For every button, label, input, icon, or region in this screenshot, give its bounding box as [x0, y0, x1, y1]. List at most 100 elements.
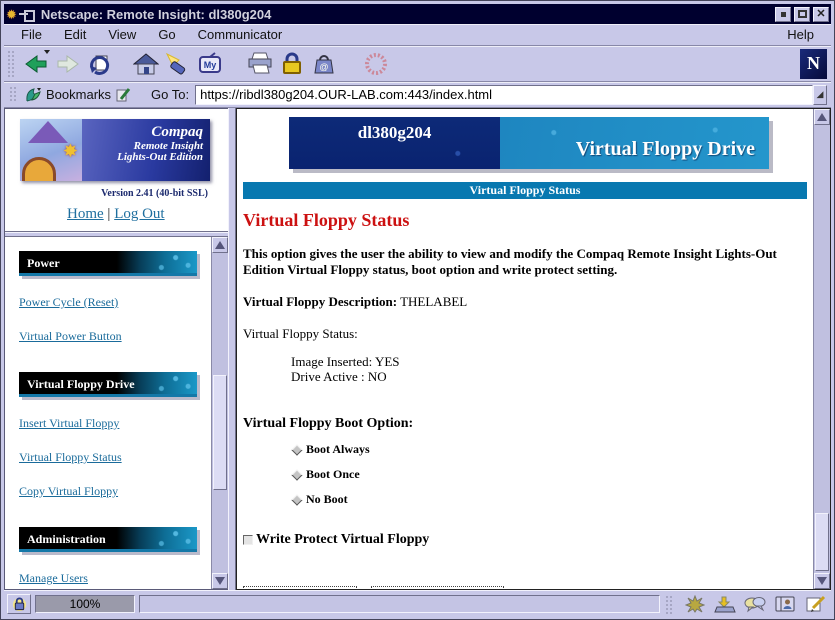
sidebar-scrollbar[interactable]	[211, 237, 228, 589]
section-bar: Virtual Floppy Status	[243, 182, 807, 199]
maximize-button[interactable]	[794, 7, 810, 22]
banner-page-title: Virtual Floppy Drive	[576, 138, 769, 169]
address-book-icon[interactable]	[772, 594, 798, 614]
netscape-logo[interactable]: N	[800, 49, 827, 79]
my-netscape-label: My	[204, 60, 217, 70]
menu-go[interactable]: Go	[147, 25, 186, 44]
status-label: Virtual Floppy Status:	[243, 326, 809, 342]
sidebar-item-virtual-power-button[interactable]: Virtual Power Button	[19, 329, 211, 344]
status-drive-active: Drive Active : NO	[291, 369, 809, 384]
sidebar: ✸ Compaq Remote Insight Lights-Out Editi…	[4, 108, 228, 590]
version-label: Version 2.41 (40-bit SSL)	[5, 188, 228, 199]
navigation-toolbar: My @ N	[4, 46, 831, 82]
stop-icon[interactable]	[360, 49, 392, 79]
title-bar: ✹ Netscape: Remote Insight: dl380g204 ✕	[4, 4, 831, 24]
sidebar-item-manage-users[interactable]: Manage Users	[19, 571, 211, 586]
boot-option-label: Virtual Floppy Boot Option:	[243, 416, 809, 432]
bookmarks-icon	[24, 87, 42, 103]
compaq-logo: ✸ Compaq Remote Insight Lights-Out Editi…	[20, 119, 210, 181]
print-icon[interactable]	[244, 49, 276, 79]
link-separator: |	[107, 206, 110, 222]
home-link[interactable]: Home	[67, 206, 104, 222]
security-lock-icon[interactable]	[276, 49, 308, 79]
home-icon[interactable]	[130, 49, 162, 79]
goto-label: Go To:	[151, 87, 189, 102]
my-netscape-icon[interactable]: My	[194, 49, 226, 79]
mailbox-icon[interactable]	[712, 594, 738, 614]
close-button[interactable]: ✕	[813, 7, 829, 22]
search-icon[interactable]	[162, 49, 194, 79]
intro-text: This option gives the user the ability t…	[243, 246, 788, 278]
security-status-button[interactable]	[7, 594, 31, 614]
shop-icon[interactable]: @	[308, 49, 340, 79]
sidebar-scroll-down-icon[interactable]	[212, 573, 228, 589]
radio-no-boot[interactable]	[291, 494, 302, 505]
sidebar-item-insert-virtual-floppy[interactable]: Insert Virtual Floppy	[19, 416, 211, 431]
back-dropdown-icon[interactable]	[44, 50, 50, 54]
progress-indicator: 100%	[35, 595, 135, 613]
logout-link[interactable]: Log Out	[114, 206, 164, 222]
content-scrollbar[interactable]	[813, 109, 830, 589]
status-message-field	[139, 595, 660, 613]
lights-out-artwork-icon: ✸	[20, 119, 82, 181]
browser-body: ✸ Compaq Remote Insight Lights-Out Editi…	[4, 108, 831, 590]
section-header-power: Power	[19, 251, 197, 276]
discussions-icon[interactable]	[742, 594, 768, 614]
menu-edit[interactable]: Edit	[53, 25, 97, 44]
lock-icon	[12, 596, 27, 612]
taskbar-grip[interactable]	[665, 595, 674, 615]
back-icon[interactable]	[20, 49, 52, 79]
menu-view[interactable]: View	[97, 25, 147, 44]
section-header-administration: Administration	[19, 527, 197, 552]
content-scroll-up-icon[interactable]	[814, 109, 830, 125]
radio-boot-always[interactable]	[291, 444, 302, 455]
radio-boot-always-label: Boot Always	[306, 442, 370, 457]
sidebar-item-power-cycle[interactable]: Power Cycle (Reset)	[19, 295, 211, 310]
forward-icon[interactable]	[52, 49, 84, 79]
navigator-icon[interactable]	[682, 594, 708, 614]
server-name: dl380g204	[358, 123, 432, 143]
menu-communicator[interactable]: Communicator	[187, 25, 294, 44]
sidebar-header: ✸ Compaq Remote Insight Lights-Out Editi…	[5, 109, 228, 231]
location-grip[interactable]	[9, 86, 18, 103]
menu-help[interactable]: Help	[776, 25, 825, 44]
sidebar-scroll-up-icon[interactable]	[212, 237, 228, 253]
window-menu-pin-icon[interactable]	[19, 10, 35, 18]
reload-icon[interactable]	[84, 49, 116, 79]
sidebar-scroll-thumb[interactable]	[213, 375, 227, 490]
netscape-window: ✹ Netscape: Remote Insight: dl380g204 ✕ …	[0, 0, 835, 620]
content-scroll-down-icon[interactable]	[814, 573, 830, 589]
sidebar-item-virtual-floppy-status[interactable]: Virtual Floppy Status	[19, 450, 211, 465]
brand-name: Compaq	[82, 125, 203, 141]
page-content: dl380g204 Virtual Floppy Drive Virtual F…	[237, 109, 813, 589]
main-frame: dl380g204 Virtual Floppy Drive Virtual F…	[236, 108, 831, 590]
description-label: Virtual Floppy Description:	[243, 294, 397, 309]
minimize-button[interactable]	[775, 7, 791, 22]
page-title: Virtual Floppy Status	[243, 210, 809, 231]
netscape-star-icon: ✹	[6, 8, 17, 21]
radio-boot-once-label: Boot Once	[306, 467, 360, 482]
bookmarks-button[interactable]: Bookmarks	[22, 86, 137, 104]
write-protect-checkbox[interactable]	[243, 535, 253, 545]
content-scroll-thumb[interactable]	[815, 513, 829, 571]
frame-divider[interactable]	[228, 108, 236, 590]
section-header-virtual-floppy: Virtual Floppy Drive	[19, 372, 197, 397]
bookmarks-label: Bookmarks	[46, 87, 111, 102]
url-dropdown-icon[interactable]: ◢	[813, 85, 827, 105]
status-bar: 100%	[4, 590, 831, 616]
product-line2: Lights-Out Edition	[82, 152, 203, 164]
menu-bar: File Edit View Go Communicator Help	[4, 24, 831, 46]
url-input[interactable]	[195, 85, 813, 105]
radio-no-boot-label: No Boot	[306, 492, 348, 507]
sidebar-item-copy-virtual-floppy[interactable]: Copy Virtual Floppy	[19, 484, 211, 499]
radio-boot-once[interactable]	[291, 469, 302, 480]
location-proxy-icon[interactable]	[115, 87, 131, 103]
toolbar-grip[interactable]	[7, 50, 16, 77]
sidebar-nav: Power Power Cycle (Reset) Virtual Power …	[5, 237, 211, 589]
composer-icon[interactable]	[802, 594, 828, 614]
page-banner: dl380g204 Virtual Floppy Drive	[289, 117, 769, 169]
svg-text:@: @	[319, 62, 328, 72]
location-toolbar: Bookmarks Go To: ◢	[4, 82, 831, 108]
menu-file[interactable]: File	[10, 25, 53, 44]
write-protect-label: Write Protect Virtual Floppy	[256, 532, 429, 548]
